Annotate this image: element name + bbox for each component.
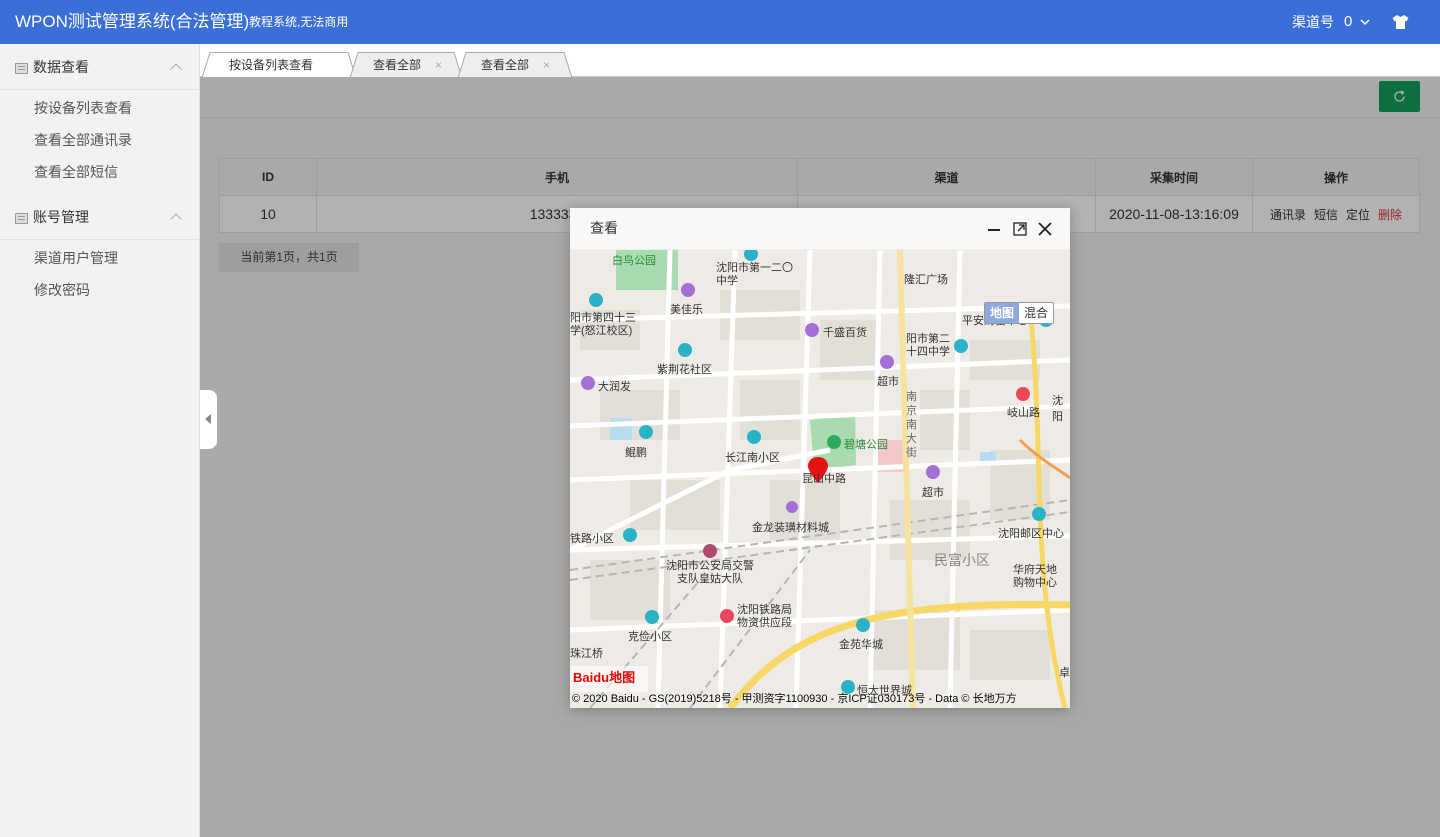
tab-label: 查看全部 — [481, 58, 530, 72]
sidebar-group-label: 账号管理 — [33, 209, 89, 225]
top-header: WPON测试管理系统(合法管理) 教程系统,无法商用 渠道号 0 — [0, 0, 1440, 44]
view-dialog: 查看 白鸟公园 沈阳市第一二〇中学 美佳乐 阳市第四十三学(怒江校区) 千盛百货… — [570, 208, 1070, 708]
map-type-switcher[interactable]: 地图 混合 — [984, 302, 1055, 324]
channel-label[interactable]: 渠道号 — [1292, 0, 1334, 44]
sidebar-group-label: 数据查看 — [33, 59, 89, 75]
close-icon[interactable]: × — [435, 52, 442, 78]
sidebar-group-account[interactable]: 账号管理 — [0, 194, 199, 240]
channel-value[interactable]: 0 — [1344, 0, 1352, 44]
sidebar: 数据查看 按设备列表查看 查看全部通讯录 查看全部短信 账号管理 渠道用户管理 … — [0, 44, 200, 837]
tab-label: 查看全部 — [373, 58, 422, 72]
sidebar-item-all-contacts[interactable]: 查看全部通讯录 — [0, 124, 199, 156]
sidebar-item-change-password[interactable]: 修改密码 — [0, 274, 199, 306]
map-copyright: © 2020 Baidu - GS(2019)5218号 - 甲测资字11009… — [572, 693, 1017, 705]
sidebar-item-device-list[interactable]: 按设备列表查看 — [0, 92, 199, 124]
chevron-up-icon — [170, 213, 182, 225]
sidebar-collapse-handle[interactable] — [200, 390, 217, 449]
app-title: WPON测试管理系统(合法管理) — [15, 12, 250, 31]
minimize-icon[interactable] — [985, 220, 1003, 238]
maximize-icon[interactable] — [1011, 220, 1029, 238]
sidebar-item-all-sms[interactable]: 查看全部短信 — [0, 156, 199, 188]
close-icon[interactable] — [1036, 220, 1054, 238]
baidu-map[interactable]: 白鸟公园 沈阳市第一二〇中学 美佳乐 阳市第四十三学(怒江校区) 千盛百货 紫荆… — [570, 250, 1070, 708]
map-type-hybrid[interactable]: 混合 — [1019, 303, 1053, 323]
chevron-up-icon — [170, 63, 182, 75]
tab-view-all-1[interactable]: 查看全部 × — [350, 52, 462, 78]
skin-shirt-icon[interactable] — [1392, 14, 1409, 30]
document-icon — [15, 213, 28, 224]
app-subtitle: 教程系统,无法商用 — [249, 15, 349, 29]
tab-bar: 按设备列表查看 查看全部 × 查看全部 × — [200, 44, 1440, 78]
sidebar-group-data[interactable]: 数据查看 — [0, 44, 199, 90]
chevron-down-icon[interactable] — [1359, 16, 1371, 28]
tab-device-list[interactable]: 按设备列表查看 — [202, 52, 356, 78]
sidebar-item-channel-users[interactable]: 渠道用户管理 — [0, 242, 199, 274]
map-type-map[interactable]: 地图 — [985, 303, 1020, 323]
tab-label: 按设备列表查看 — [229, 58, 314, 72]
document-icon — [15, 63, 28, 74]
close-icon[interactable]: × — [543, 52, 550, 78]
tab-view-all-2[interactable]: 查看全部 × — [458, 52, 572, 78]
